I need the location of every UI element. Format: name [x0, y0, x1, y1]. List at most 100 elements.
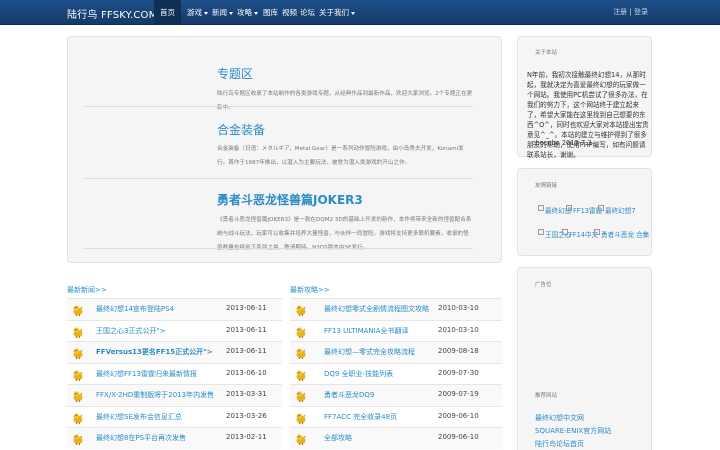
list-item[interactable]: 最终幻想FF13雷霆归来最新情报 2013-06-10: [67, 362, 282, 385]
list-item-title[interactable]: FFX/X-2HD重制版将于2013年内发售: [96, 390, 224, 400]
links-panel: 友情链接 最终幻想 FF13雷霆 最终幻想7 王国之心 FF14中文 勇者斗恶龙…: [517, 168, 652, 256]
chocobo-icon: [72, 304, 84, 316]
chocobo-icon: [295, 304, 307, 316]
list-item-date: 2013-06-11: [226, 304, 267, 312]
guide-list-title[interactable]: 最新攻略>>: [290, 285, 330, 295]
panel-title: 友情链接: [535, 183, 558, 189]
nav-guides[interactable]: 攻略: [237, 0, 258, 25]
favorite-link[interactable]: 最终幻想中文网: [535, 413, 584, 423]
about-panel: 关于本站 N年前，我初次接触最终幻想14，从那时起，我就决定为喜爱最终幻想的玩家…: [517, 36, 652, 159]
divider: [83, 106, 473, 107]
site-brand[interactable]: 陆行鸟 FFSKY.COM: [67, 6, 157, 21]
featured-title[interactable]: 合金装备: [217, 121, 265, 138]
friend-link[interactable]: FF14中文: [562, 229, 598, 239]
list-item[interactable]: 最终幻想零式全剧情流程图文攻略 2010-03-10: [290, 298, 502, 320]
list-item[interactable]: 王国之心3正式公开"> 2013-06-11: [67, 319, 282, 342]
chocobo-icon: [72, 347, 84, 359]
list-item-date: 2013-06-11: [226, 325, 267, 334]
favorite-link[interactable]: 陆行鸟论坛首页: [535, 439, 584, 449]
list-item-date: 2013-03-26: [226, 411, 267, 420]
list-item-date: 2009-06-10: [438, 411, 479, 420]
nav-forum-label: 论坛: [300, 8, 315, 17]
list-item-title[interactable]: FFVersus13更名FF15正式公开">: [96, 347, 224, 357]
friend-link[interactable]: 勇者斗恶龙 合集: [594, 229, 649, 239]
list-item-title[interactable]: 最终幻想FF13雷霆归来最新情报: [96, 369, 224, 379]
divider: [83, 248, 473, 249]
favorite-link[interactable]: SQUARE-ENIX官方网站: [535, 426, 611, 436]
chocobo-icon: [295, 433, 307, 445]
about-signature: chocobo 2013-7-3: [532, 139, 592, 147]
nav-news-label: 新闻: [212, 8, 227, 17]
news-list-title[interactable]: 最新新闻>>: [67, 285, 107, 295]
ad-panel: 广告位 推荐网站 最终幻想中文网 SQUARE-ENIX官方网站 陆行鸟论坛首页: [517, 267, 652, 450]
chocobo-icon: [72, 412, 84, 424]
list-item-title[interactable]: 全部攻略: [324, 433, 434, 443]
nav-home[interactable]: 首页: [154, 0, 181, 25]
image-icon: [598, 205, 604, 211]
list-item[interactable]: 勇者斗恶龙DQ9 2009-07-19: [290, 384, 502, 406]
nav-forum[interactable]: 论坛: [300, 0, 315, 25]
list-item-title[interactable]: 最终幻想SE发布会信息汇总: [96, 412, 224, 422]
list-item-date: 2013-02-11: [226, 433, 267, 441]
chevron-down-icon: [204, 11, 208, 15]
friend-link-label: 勇者斗恶龙 合集: [601, 231, 650, 239]
chocobo-icon: [295, 326, 307, 338]
chocobo-icon: [72, 433, 84, 445]
list-item-title[interactable]: FF7ACC 完全收录48页: [324, 412, 434, 422]
nav-gallery[interactable]: 图库: [263, 0, 278, 25]
panel-title: 关于本站: [535, 50, 558, 56]
nav-video-label: 视频: [282, 8, 297, 17]
panel-title: 推荐网站: [535, 393, 558, 399]
divider: [83, 178, 473, 179]
featured-title[interactable]: 专题区: [217, 65, 253, 82]
featured-title[interactable]: 勇者斗恶龙怪兽篇JOKER3: [217, 191, 363, 208]
nav-about[interactable]: 关于我们: [319, 0, 355, 25]
list-item[interactable]: FF13 ULTIMANIA全书翻译 2010-03-10: [290, 319, 502, 342]
list-item-title[interactable]: 勇者斗恶龙DQ9: [324, 390, 434, 400]
friend-link[interactable]: 最终幻想7: [598, 205, 636, 215]
list-item-title[interactable]: 王国之心3正式公开">: [96, 326, 224, 336]
chevron-down-icon: [254, 11, 258, 15]
list-item[interactable]: 最终幻想—零式完全攻略流程 2009-08-18: [290, 341, 502, 363]
featured-well: 专题区 陆行鸟专题区收录了本站制作的各类游戏专题，从经典作品到最新作品，欢迎大家…: [67, 36, 502, 263]
nav-games[interactable]: 游戏: [187, 0, 208, 25]
image-icon: [594, 229, 600, 235]
list-item[interactable]: 全部攻略 2009-06-10: [290, 427, 502, 449]
friend-link-label: 最终幻想7: [605, 207, 636, 215]
list-item[interactable]: FFX/X-2HD重制版将于2013年内发售 2013-03-31: [67, 384, 282, 406]
list-item[interactable]: FF7ACC 完全收录48页 2009-06-10: [290, 405, 502, 428]
list-item[interactable]: 最终幻想14宣布登陆PS4 2013-06-11: [67, 298, 282, 320]
list-item-date: 2010-03-10: [438, 304, 479, 312]
list-item-title[interactable]: 最终幻想—零式完全攻略流程: [324, 347, 434, 357]
list-item-title[interactable]: 最终幻想14宣布登陆PS4: [96, 304, 224, 314]
list-item-date: 2009-08-18: [438, 347, 479, 355]
list-item-date: 2009-06-10: [438, 433, 479, 441]
image-icon: [566, 205, 572, 211]
chocobo-icon: [295, 347, 307, 359]
list-item[interactable]: FFVersus13更名FF15正式公开"> 2013-06-11: [67, 341, 282, 363]
login-register-link[interactable]: 注册 | 登录: [613, 0, 648, 25]
list-item-title[interactable]: FF13 ULTIMANIA全书翻译: [324, 326, 434, 336]
top-navbar: 陆行鸟 FFSKY.COM 首页 游戏 新闻 攻略 图库 视频 论坛 关于我们 …: [0, 0, 720, 25]
list-item-date: 2013-06-10: [226, 368, 267, 377]
nav-gallery-label: 图库: [263, 8, 278, 17]
nav-video[interactable]: 视频: [282, 0, 297, 25]
chocobo-icon: [295, 390, 307, 402]
nav-games-label: 游戏: [187, 8, 202, 17]
chevron-down-icon: [229, 11, 233, 15]
list-item-title[interactable]: 最终幻想零式全剧情流程图文攻略: [324, 304, 434, 314]
nav-news[interactable]: 新闻: [212, 0, 233, 25]
list-item-title[interactable]: DQ9 全职业-技能列表: [324, 369, 434, 379]
list-item-date: 2010-03-10: [438, 325, 479, 334]
list-item[interactable]: DQ9 全职业-技能列表 2009-07-30: [290, 362, 502, 385]
list-item[interactable]: 最终幻想8在PS平台再次发售 2013-02-11: [67, 427, 282, 449]
nav-guides-label: 攻略: [237, 8, 252, 17]
list-item-title[interactable]: 最终幻想8在PS平台再次发售: [96, 433, 224, 443]
panel-title: 广告位: [535, 282, 552, 288]
list-item[interactable]: 最终幻想SE发布会信息汇总 2013-03-26: [67, 405, 282, 428]
nav-about-label: 关于我们: [319, 8, 349, 17]
nav-home-label: 首页: [160, 8, 175, 17]
guide-list: 最终幻想零式全剧情流程图文攻略 2010-03-10 FF13 ULTIMANIA全…: [290, 298, 502, 449]
chocobo-icon: [295, 369, 307, 381]
friend-link[interactable]: FF13雷霆: [566, 205, 602, 215]
